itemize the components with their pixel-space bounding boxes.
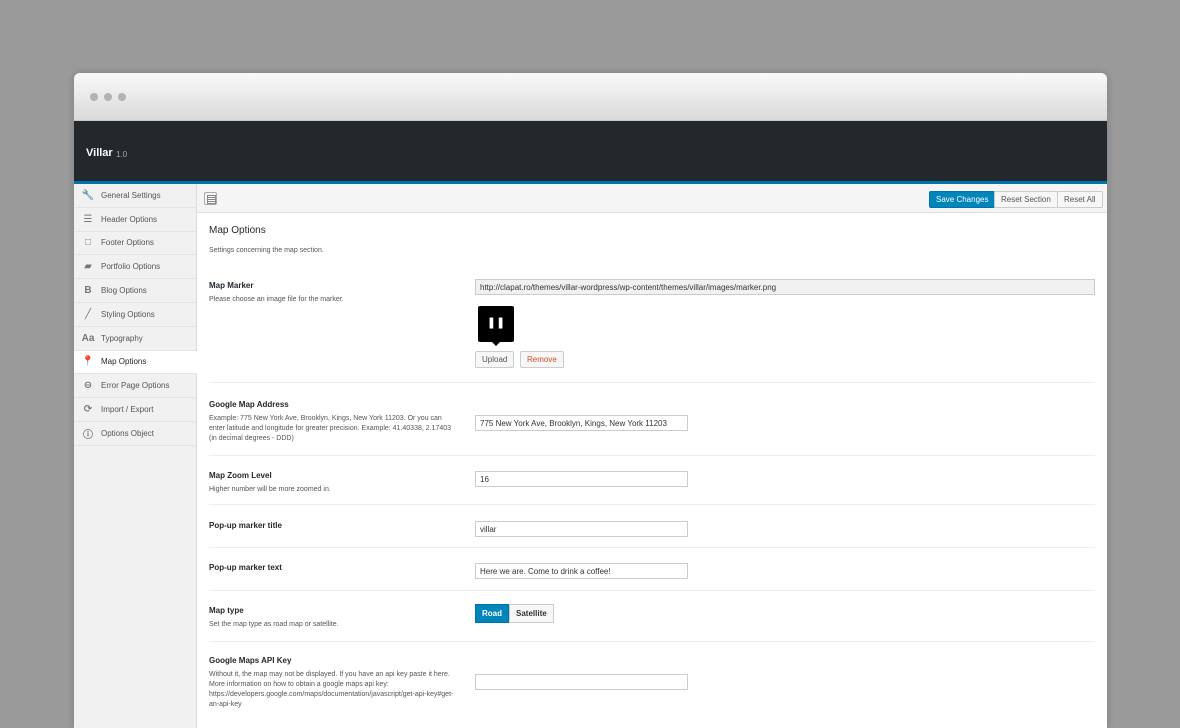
field-description: Higher number will be more zoomed in. <box>209 486 331 493</box>
sidebar-item-label: Options Object <box>101 428 154 438</box>
popup-title-input[interactable] <box>475 521 688 537</box>
sidebar-item-label: Map Options <box>101 357 147 367</box>
api-key-row: Google Maps API Key Without it, the map … <box>209 654 1095 722</box>
app-version: 1.0 <box>116 150 128 159</box>
upload-button[interactable]: Upload <box>475 351 515 368</box>
field-label: Google Maps API Key <box>209 656 292 665</box>
window-dot-minimize[interactable] <box>104 93 112 101</box>
options-toolbar: Save Changes Reset Section Reset All <box>197 184 1107 213</box>
reset-all-button[interactable]: Reset All <box>1057 191 1103 208</box>
save-changes-button[interactable]: Save Changes <box>929 191 996 208</box>
sidebar-item-typography[interactable]: Aa Typography <box>74 327 196 351</box>
folder-icon: ▰ <box>84 261 92 273</box>
menu-icon: ☰ <box>83 213 93 225</box>
field-description: Set the map type as road map or satellit… <box>209 621 339 628</box>
map-zoom-input[interactable] <box>475 471 688 487</box>
sidebar-item-label: Error Page Options <box>101 381 170 391</box>
marker-glyph-icon: ❚❚ <box>486 317 506 329</box>
sidebar-item-footer-options[interactable]: □ Footer Options <box>74 232 196 256</box>
popup-title-row: Pop-up marker title <box>209 519 1095 548</box>
remove-button[interactable]: Remove <box>520 351 564 368</box>
section-description: Settings concerning the map section. <box>209 247 324 254</box>
reset-section-button[interactable]: Reset Section <box>994 191 1058 208</box>
sidebar-item-label: Styling Options <box>101 309 155 319</box>
info-icon: ⓘ <box>83 429 93 441</box>
field-description: Please choose an image file for the mark… <box>209 296 344 303</box>
sidebar-item-import-export[interactable]: ⟳ Import / Export <box>74 398 196 422</box>
sidebar-item-label: Header Options <box>101 214 158 224</box>
minus-circle-icon: ⊖ <box>83 380 93 392</box>
api-key-input[interactable] <box>475 674 688 690</box>
map-pin-icon: 📍 <box>81 356 95 368</box>
sidebar-item-header-options[interactable]: ☰ Header Options <box>74 208 196 232</box>
sidebar-item-options-object[interactable]: ⓘ Options Object <box>74 422 196 446</box>
window-dot-close[interactable] <box>90 93 98 101</box>
refresh-icon: ⟳ <box>83 404 93 416</box>
app-title: Villar <box>86 147 113 159</box>
sidebar-item-general-settings[interactable]: 🔧 General Settings <box>74 184 196 208</box>
sidebar-item-error-page-options[interactable]: ⊖ Error Page Options <box>74 374 196 399</box>
map-type-row: Map type Set the map type as road map or… <box>209 604 1095 642</box>
sidebar-item-label: Blog Options <box>101 286 147 296</box>
brush-icon: ╱ <box>84 308 92 320</box>
map-zoom-row: Map Zoom Level Higher number will be mor… <box>209 469 1095 505</box>
blog-b-icon: B <box>84 285 92 297</box>
window-dot-maximize[interactable] <box>118 93 126 101</box>
field-label: Map type <box>209 606 244 615</box>
sidebar-item-portfolio-options[interactable]: ▰ Portfolio Options <box>74 255 196 280</box>
field-label: Pop-up marker title <box>209 521 282 530</box>
map-type-satellite-option[interactable]: Satellite <box>509 604 554 623</box>
sidebar-item-map-options[interactable]: 📍 Map Options <box>74 350 197 375</box>
options-panel-header: Villar 1.0 <box>74 121 1107 184</box>
map-address-row: Google Map Address Example: 775 New York… <box>209 399 1095 456</box>
field-description: Example: 775 New York Ave, Brooklyn, Kin… <box>209 415 452 442</box>
section-title: Map Options <box>209 225 266 236</box>
field-label: Map Marker <box>209 281 254 290</box>
field-description: Without it, the map may not be displayed… <box>209 671 454 708</box>
popup-text-input[interactable] <box>475 563 688 579</box>
sidebar-item-label: Typography <box>101 333 143 343</box>
popup-text-row: Pop-up marker text <box>209 561 1095 591</box>
typography-icon: Aa <box>81 332 95 344</box>
main-panel: Save Changes Reset Section Reset All Map… <box>197 184 1107 728</box>
sidebar-item-label: Portfolio Options <box>101 262 161 272</box>
expand-options-icon[interactable] <box>204 192 217 205</box>
marker-preview-image: ❚❚ <box>478 306 514 346</box>
sidebar-item-blog-options[interactable]: B Blog Options <box>74 279 196 303</box>
map-type-road-option[interactable]: Road <box>475 604 509 623</box>
sidebar-item-label: General Settings <box>101 190 161 200</box>
sidebar-item-label: Footer Options <box>101 238 154 248</box>
window-titlebar <box>74 73 1107 121</box>
sidebar-item-label: Import / Export <box>101 405 154 415</box>
map-marker-row: Map Marker Please choose an image file f… <box>209 279 1095 383</box>
options-sidebar: 🔧 General Settings ☰ Header Options □ Footer … <box>74 184 197 728</box>
field-label: Pop-up marker text <box>209 563 282 572</box>
browser-window: Villar 1.0 🔧 General Settings ☰ Header Opti… <box>74 73 1107 728</box>
map-type-toggle: Road Satellite <box>475 604 554 623</box>
sidebar-item-styling-options[interactable]: ╱ Styling Options <box>74 303 196 327</box>
square-icon: □ <box>84 237 92 249</box>
map-address-input[interactable] <box>475 415 688 431</box>
marker-url-field[interactable] <box>475 279 1095 295</box>
field-label: Map Zoom Level <box>209 471 272 480</box>
field-label: Google Map Address <box>209 400 289 409</box>
wrench-icon: 🔧 <box>81 189 95 201</box>
